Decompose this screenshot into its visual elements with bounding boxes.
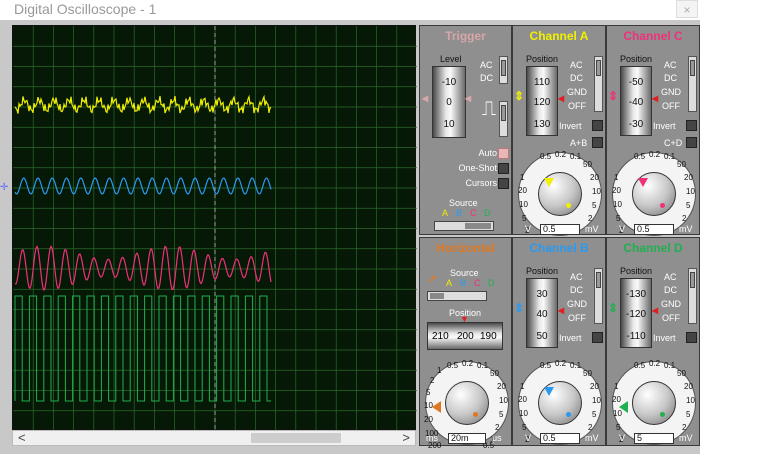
channel-a-position-label: Position <box>526 54 559 64</box>
horizontal-source-slider[interactable] <box>427 291 487 301</box>
scroll-right-arrow-icon[interactable]: > <box>402 430 410 445</box>
channel-b-panel: Channel B Position 30 40 50 ⇕ ◂ AC DC GN… <box>512 237 606 446</box>
close-button[interactable]: × <box>676 0 698 18</box>
channel-c-position-wheel[interactable]: -50 -40 -30 <box>620 66 652 136</box>
source-arrow-icon: ↗ <box>428 274 437 285</box>
one-shot-button[interactable] <box>498 163 509 174</box>
channel-d-up-down-arrow-icon: ⇕ <box>608 301 619 315</box>
trigger-title: Trigger <box>445 29 486 43</box>
channel-a-up-down-arrow-icon: ⇕ <box>514 89 525 103</box>
channel-d-volts-value[interactable]: 5 <box>634 433 674 444</box>
horizontal-title: Horizontal <box>436 241 495 255</box>
channel-c-position-label: Position <box>620 54 653 64</box>
trigger-coupling-switch[interactable] <box>499 56 508 84</box>
channel-d-title: Channel D <box>623 241 683 255</box>
channel-a-coupling-switch[interactable] <box>594 56 603 112</box>
channel-a-invert-button[interactable] <box>592 120 603 131</box>
level-label: Level <box>440 54 462 64</box>
scroll-left-arrow-icon[interactable]: < <box>18 430 26 445</box>
horizontal-panel: Horizontal Source ↗ A B C D Position ▼ 2… <box>419 237 512 450</box>
channel-a-marker-icon: ◂ <box>558 91 565 105</box>
channel-c-invert-button[interactable] <box>686 120 697 131</box>
channel-a-panel: Channel A Position 110 120 130 ⇕ ◂ AC DC… <box>512 25 606 236</box>
channel-c-coupling-switch[interactable] <box>688 56 697 112</box>
scroll-thumb[interactable] <box>251 433 341 443</box>
channel-d-coupling-switch[interactable] <box>688 268 697 324</box>
level-marker-right-icon: ◂ <box>465 91 472 105</box>
level-marker-left-icon: ◂ <box>422 91 429 105</box>
channel-c-panel: Channel C Position -50 -40 -30 ⇕ ◂ AC DC… <box>606 25 700 236</box>
channel-b-marker-icon: ◂ <box>558 303 565 317</box>
trigger-source-slider[interactable] <box>434 221 494 231</box>
channel-d-invert-button[interactable] <box>686 332 697 343</box>
horizontal-scrollbar[interactable]: < > <box>12 430 416 446</box>
channel-b-title: Channel B <box>529 241 589 255</box>
crosshair-icon: ✛ <box>0 182 9 193</box>
auto-button[interactable] <box>498 148 509 159</box>
title-bar: Digital Oscilloscope - 1 × <box>0 0 761 20</box>
channel-d-position-wheel[interactable]: -130 -120 -110 <box>620 278 652 348</box>
window-title: Digital Oscilloscope - 1 <box>14 1 157 17</box>
channel-b-up-down-arrow-icon: ⇕ <box>514 301 525 315</box>
channel-c-up-down-arrow-icon: ⇕ <box>608 89 619 103</box>
edge-icon: ⎍ <box>482 98 496 120</box>
cursors-button[interactable] <box>498 178 509 189</box>
trigger-panel: Trigger Level -10 0 10 ◂ ◂ AC DC ⎍ Auto … <box>419 25 512 235</box>
channel-c-title: Channel C <box>623 29 683 43</box>
channel-d-marker-icon: ◂ <box>652 303 659 317</box>
trigger-level-wheel[interactable]: -10 0 10 <box>432 66 466 138</box>
channel-a-sum-button[interactable] <box>592 137 603 148</box>
channel-b-invert-button[interactable] <box>592 332 603 343</box>
channel-d-panel: Channel D Position -130 -120 -110 ⇕ ◂ AC… <box>606 237 700 446</box>
channel-b-position-wheel[interactable]: 30 40 50 <box>526 278 558 348</box>
desktop-background <box>700 0 761 454</box>
scope-display[interactable] <box>12 25 417 431</box>
channel-a-title: Channel A <box>529 29 589 43</box>
channel-c-sum-button[interactable] <box>686 137 697 148</box>
channel-a-volts-value[interactable]: 0.5 <box>540 224 580 235</box>
channel-a-position-wheel[interactable]: 110 120 130 <box>526 66 558 136</box>
channel-b-volts-value[interactable]: 0.5 <box>540 433 580 444</box>
trigger-edge-switch[interactable] <box>499 101 508 137</box>
channel-c-marker-icon: ◂ <box>652 91 659 105</box>
channel-b-coupling-switch[interactable] <box>594 268 603 324</box>
horizontal-position-wheel[interactable]: 210 200 190 <box>427 322 503 350</box>
timebase-value[interactable]: 20m <box>448 433 486 444</box>
waveform-canvas <box>13 26 417 431</box>
channel-c-volts-value[interactable]: 0.5 <box>634 224 674 235</box>
